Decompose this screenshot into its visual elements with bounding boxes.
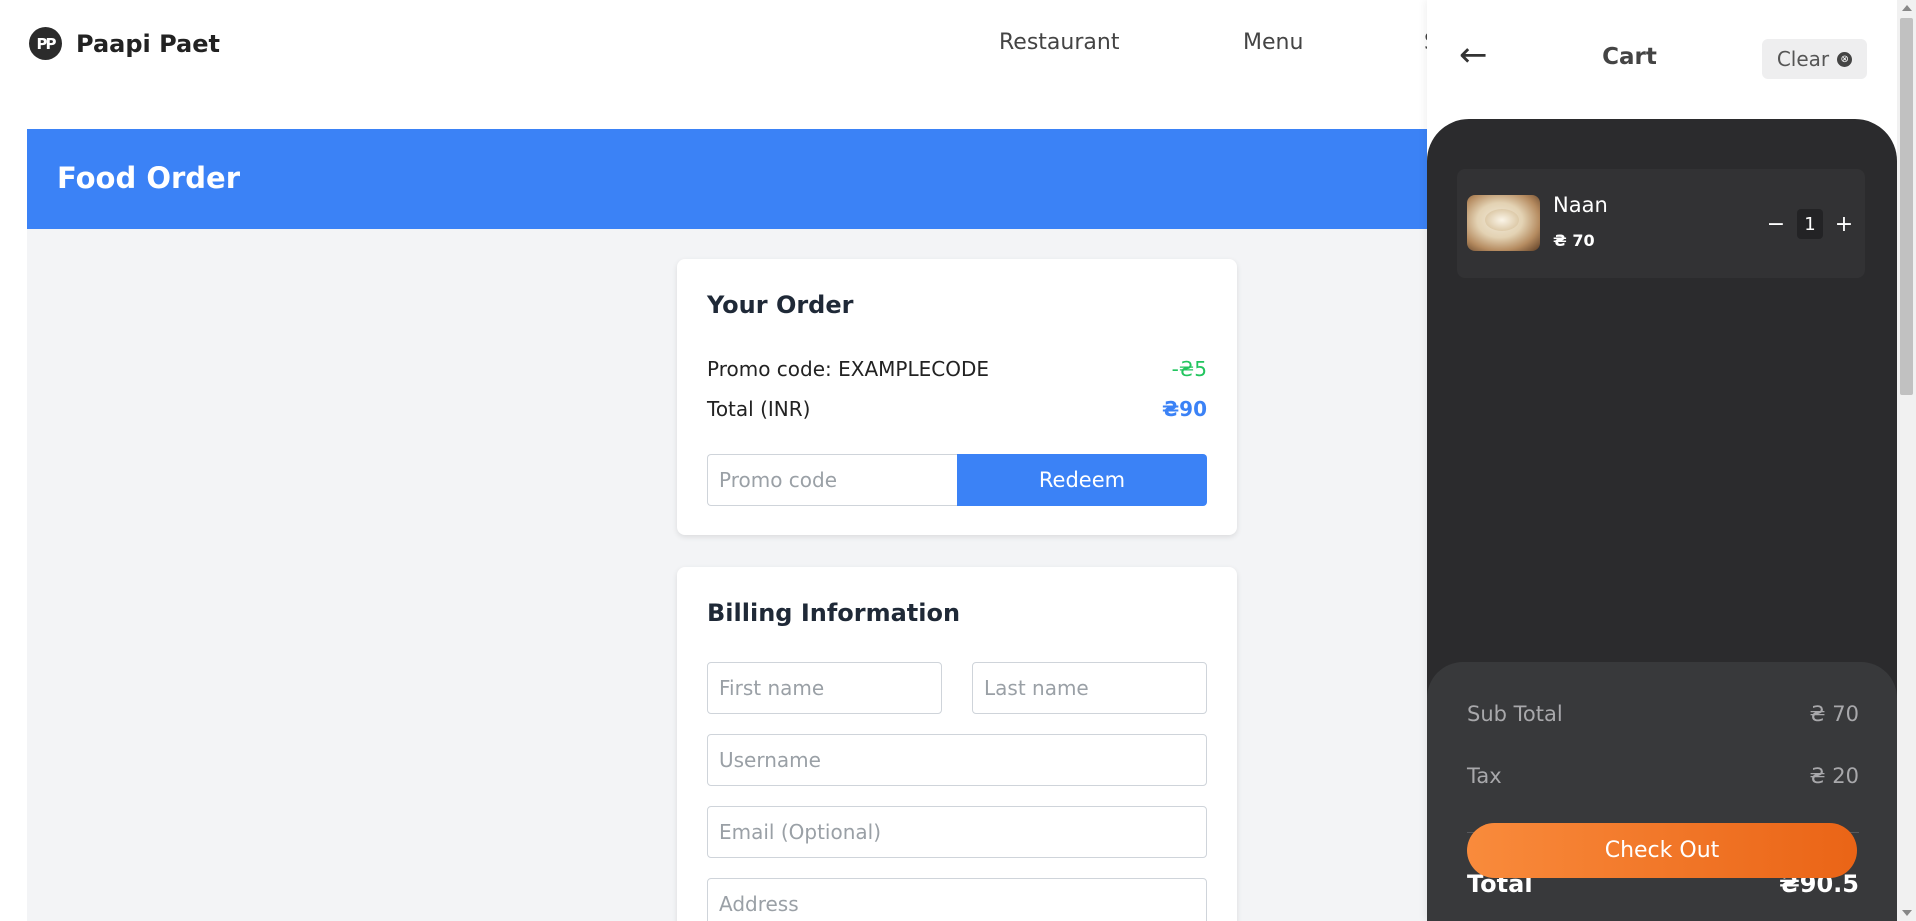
- cart-items-panel: Naan ₴ 70 − 1 + Sub Total ₴ 70 Tax ₴ 20 …: [1427, 119, 1897, 921]
- scroll-up-icon[interactable]: [1902, 5, 1912, 11]
- naan-image: [1467, 195, 1540, 251]
- promo-code-input[interactable]: [707, 454, 957, 506]
- promo-code-label: Promo code: EXAMPLECODE: [707, 357, 989, 381]
- cart-item: Naan ₴ 70 − 1 +: [1457, 169, 1865, 278]
- cart-drawer: ← Cart Clear ⊗ Naan ₴ 70 − 1 + Sub Total…: [1427, 0, 1897, 921]
- first-name-field[interactable]: [707, 662, 942, 714]
- tax-value: ₴ 20: [1809, 764, 1859, 788]
- top-nav: PP Paapi Paet Restaurant Menu S: [0, 0, 1438, 88]
- quantity-value: 1: [1797, 209, 1823, 239]
- nav-link-restaurant[interactable]: Restaurant: [999, 30, 1119, 55]
- quantity-stepper: − 1 +: [1765, 209, 1855, 239]
- clear-cart-button[interactable]: Clear ⊗: [1762, 39, 1867, 79]
- promo-form: Redeem: [707, 454, 1207, 506]
- brand-name: Paapi Paet: [76, 29, 220, 58]
- tax-label: Tax: [1467, 764, 1502, 788]
- page-title: Food Order: [57, 161, 241, 195]
- cart-summary: Sub Total ₴ 70 Tax ₴ 20 Total ₴90.5: [1427, 662, 1897, 921]
- email-field[interactable]: [707, 806, 1207, 858]
- scroll-thumb[interactable]: [1900, 18, 1913, 395]
- clear-icon: ⊗: [1837, 51, 1853, 67]
- billing-card: Billing Information: [677, 567, 1237, 921]
- page-scrollbar[interactable]: [1897, 0, 1916, 921]
- subtotal-row: Sub Total ₴ 70: [1467, 702, 1859, 726]
- main-content: Your Order Promo code: EXAMPLECODE -₴5 T…: [27, 229, 1427, 921]
- order-total-row: Total (INR) ₴90: [707, 397, 1207, 421]
- promo-row: Promo code: EXAMPLECODE -₴5: [707, 357, 1207, 381]
- billing-title: Billing Information: [707, 599, 961, 627]
- order-title: Your Order: [707, 291, 854, 319]
- cart-item-name: Naan: [1553, 193, 1608, 217]
- decrease-quantity-button[interactable]: −: [1765, 212, 1787, 237]
- checkout-button[interactable]: Check Out: [1467, 823, 1857, 878]
- brand-logo-icon: PP: [29, 27, 62, 60]
- username-field[interactable]: [707, 734, 1207, 786]
- last-name-field[interactable]: [972, 662, 1207, 714]
- cart-item-price: ₴ 70: [1553, 231, 1595, 250]
- subtotal-value: ₴ 70: [1809, 702, 1859, 726]
- clear-label: Clear: [1776, 47, 1830, 71]
- nav-link-menu[interactable]: Menu: [1243, 30, 1303, 55]
- address-field[interactable]: [707, 878, 1207, 921]
- page-banner: Food Order: [27, 129, 1427, 229]
- order-total-value: ₴90: [1161, 397, 1207, 421]
- subtotal-label: Sub Total: [1467, 702, 1563, 726]
- tax-row: Tax ₴ 20: [1467, 764, 1859, 788]
- order-summary-card: Your Order Promo code: EXAMPLECODE -₴5 T…: [677, 259, 1237, 535]
- redeem-button[interactable]: Redeem: [957, 454, 1207, 506]
- order-total-label: Total (INR): [707, 397, 811, 421]
- increase-quantity-button[interactable]: +: [1833, 212, 1855, 237]
- brand[interactable]: PP Paapi Paet: [29, 27, 220, 60]
- scroll-down-icon[interactable]: [1902, 910, 1912, 916]
- promo-discount-value: -₴5: [1171, 357, 1207, 381]
